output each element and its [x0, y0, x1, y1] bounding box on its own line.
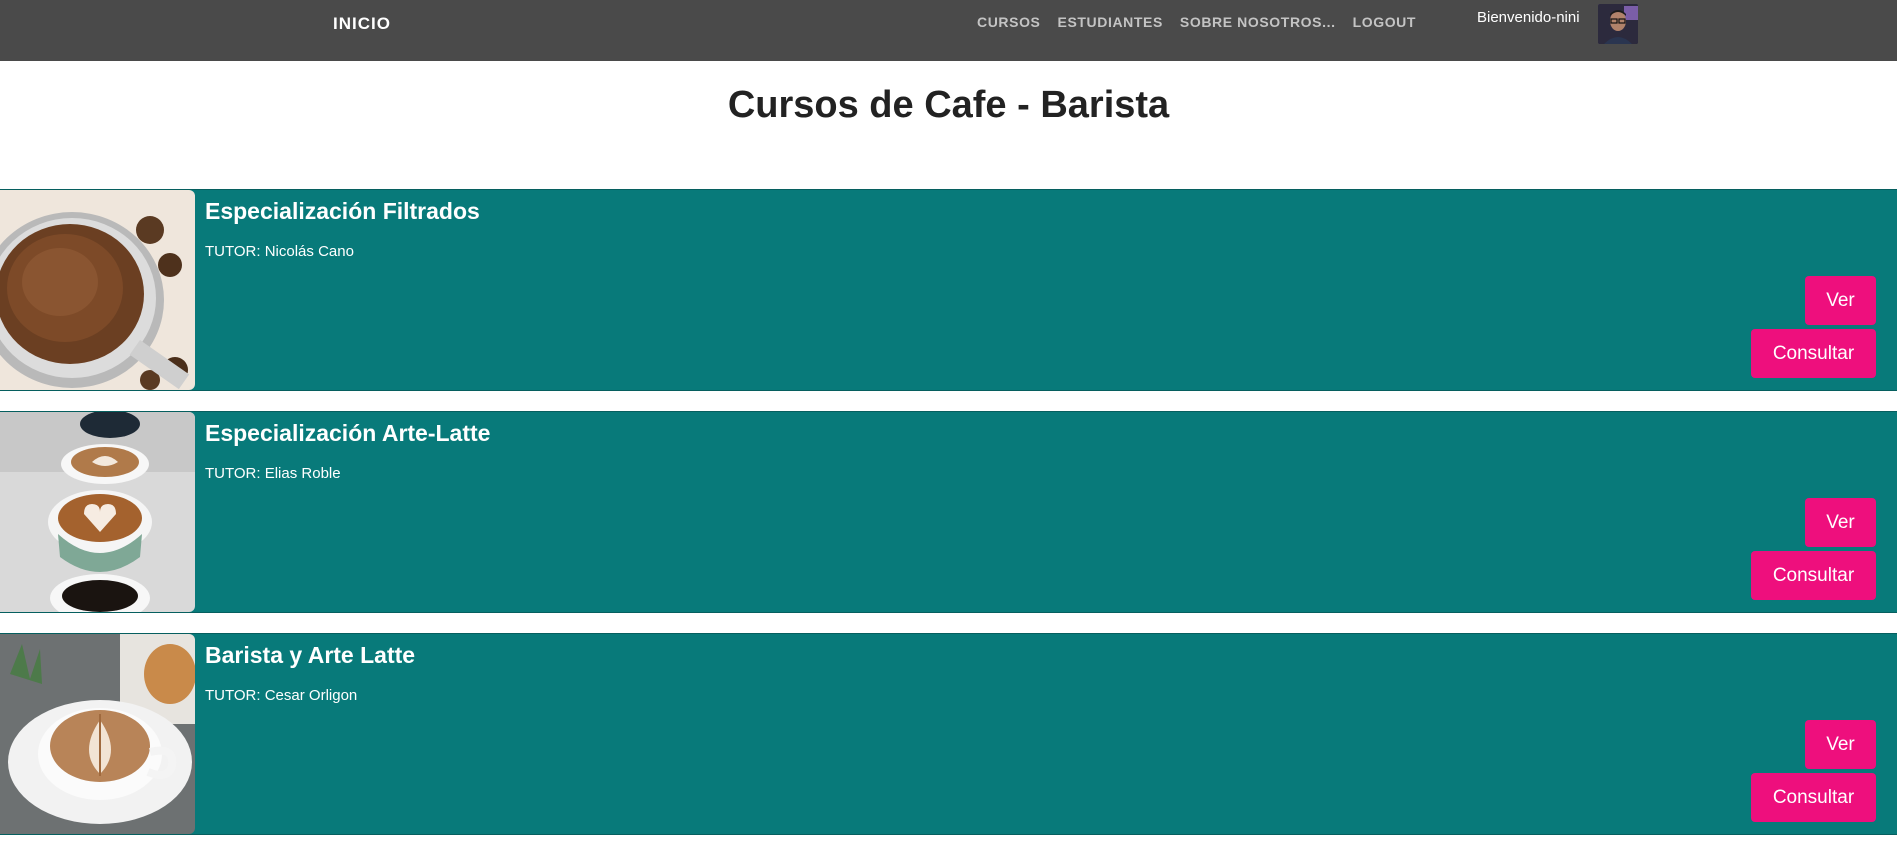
nav-links: CURSOS ESTUDIANTES SOBRE NOSOTROS... LOG…: [977, 14, 1416, 30]
page-title: Cursos de Cafe - Barista: [727, 84, 1170, 126]
consultar-button[interactable]: Consultar: [1751, 551, 1876, 600]
ver-button[interactable]: Ver: [1805, 276, 1876, 325]
nav-estudiantes-link[interactable]: ESTUDIANTES: [1058, 14, 1163, 30]
course-card: Especialización Filtrados TUTOR: Nicolás…: [0, 189, 1897, 391]
ver-button[interactable]: Ver: [1805, 498, 1876, 547]
course-tutor: TUTOR: Elias Roble: [205, 465, 341, 482]
nav-logout-link[interactable]: LOGOUT: [1353, 14, 1416, 30]
ver-button[interactable]: Ver: [1805, 720, 1876, 769]
course-card: Especialización Arte-Latte TUTOR: Elias …: [0, 411, 1897, 613]
course-image-cappuccino: [0, 634, 195, 834]
course-title: Especialización Filtrados: [205, 198, 480, 224]
nav-inicio-link[interactable]: INICIO: [333, 14, 391, 34]
course-image-ground-coffee: [0, 190, 195, 390]
user-avatar[interactable]: [1598, 4, 1638, 44]
course-card: Barista y Arte Latte TUTOR: Cesar Orligo…: [0, 633, 1897, 835]
course-image-latte-art: [0, 412, 195, 612]
consultar-button[interactable]: Consultar: [1751, 773, 1876, 822]
course-title: Especialización Arte-Latte: [205, 420, 491, 446]
nav-sobre-nosotros-link[interactable]: SOBRE NOSOTROS...: [1180, 14, 1336, 30]
course-title: Barista y Arte Latte: [205, 642, 416, 668]
nav-cursos-link[interactable]: CURSOS: [977, 14, 1041, 30]
consultar-button[interactable]: Consultar: [1751, 329, 1876, 378]
course-tutor: TUTOR: Nicolás Cano: [205, 243, 354, 260]
top-navbar: INICIO CURSOS ESTUDIANTES SOBRE NOSOTROS…: [0, 0, 1897, 61]
welcome-text: Bienvenido-nini: [1477, 9, 1580, 26]
course-tutor: TUTOR: Cesar Orligon: [205, 687, 358, 704]
